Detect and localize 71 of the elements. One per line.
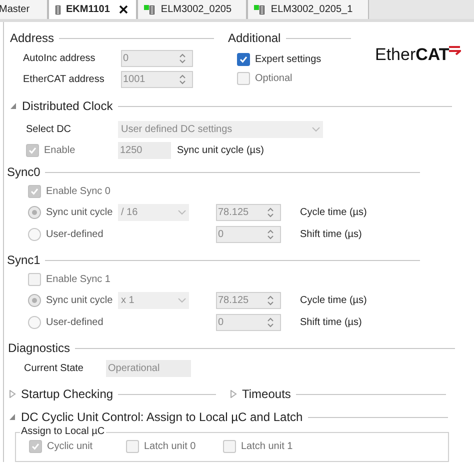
radio-label: Sync unit cycle xyxy=(46,206,113,220)
spinner-arrows-icon[interactable] xyxy=(267,294,274,306)
section-title: Sync0 xyxy=(7,164,40,181)
checkmark-icon xyxy=(239,55,248,64)
tab[interactable]: ELM3002_0205_1 xyxy=(246,0,369,19)
section-title: Startup Checking xyxy=(21,386,114,403)
collapse-icon[interactable] xyxy=(9,413,16,421)
spin-field[interactable]: 78.125 xyxy=(216,204,281,220)
section-title: Additional xyxy=(228,30,281,47)
checkbox-label: Cyclic unit xyxy=(47,440,93,454)
checkbox-label: Expert settings xyxy=(255,53,322,67)
radio-label: User-defined xyxy=(46,228,104,242)
unit-label: Sync unit cycle (µs) xyxy=(177,144,264,158)
radio-label: Sync unit cycle xyxy=(46,294,113,308)
cycle-field[interactable]: 1250 xyxy=(118,142,171,159)
section-title: Distributed Clock xyxy=(22,98,113,115)
spinner-arrows-icon[interactable] xyxy=(179,74,186,85)
state-field: Operational xyxy=(106,360,191,376)
chevron-down-icon xyxy=(178,298,186,302)
field-label: AutoInc address xyxy=(23,52,96,66)
section-title: Address xyxy=(10,30,54,47)
section-title: Timeouts xyxy=(242,386,291,403)
arrow-logo-icon xyxy=(449,45,462,55)
section-title: Sync1 xyxy=(7,252,40,269)
group-title: Assign to Local µC xyxy=(20,426,106,438)
collapse-icon[interactable] xyxy=(10,102,17,110)
checkbox-label: Enable xyxy=(44,144,76,158)
radio-button[interactable] xyxy=(28,228,41,240)
field-label: Select DC xyxy=(26,123,72,137)
expand-icon[interactable] xyxy=(230,390,237,398)
field-label: EtherCAT address xyxy=(23,73,106,87)
section-title: DC Cyclic Unit Control: Assign to Local µC and Latch xyxy=(21,409,303,426)
tab[interactable]: ELM3002_0205 xyxy=(136,0,247,19)
radio-button[interactable] xyxy=(28,294,41,306)
expand-icon[interactable] xyxy=(9,390,16,398)
chevron-down-icon xyxy=(312,127,320,132)
checkbox-label: Optional xyxy=(255,72,292,86)
spinner-arrows-icon[interactable] xyxy=(267,206,274,218)
checkbox-label: Latch unit 1 xyxy=(241,440,293,454)
unit-label: Cycle time (µs) xyxy=(300,294,367,308)
checkbox-label: Latch unit 0 xyxy=(144,440,196,454)
field-label: Current State xyxy=(24,362,84,376)
chevron-down-icon xyxy=(178,210,186,214)
spin-field[interactable]: 1001 xyxy=(121,71,193,88)
unit-label: Shift time (µs) xyxy=(300,316,362,330)
close-icon[interactable] xyxy=(118,5,128,14)
ethercat-logo: EtherCAT xyxy=(375,44,450,66)
radio-button[interactable] xyxy=(28,206,41,218)
spin-field[interactable]: 0 xyxy=(121,50,193,67)
spinner-arrows-icon[interactable] xyxy=(179,53,186,64)
dropdown[interactable]: / 16 xyxy=(118,204,189,220)
radio-button[interactable] xyxy=(28,316,41,328)
section-title: Diagnostics xyxy=(8,340,70,357)
tab[interactable]: EKM1101 xyxy=(48,0,137,19)
spin-field[interactable]: 0 xyxy=(216,226,281,242)
checkmark-icon xyxy=(30,187,39,196)
spinner-arrows-icon[interactable] xyxy=(267,228,274,240)
checkmark-icon xyxy=(31,442,40,451)
spinner-arrows-icon[interactable] xyxy=(267,316,274,328)
dropdown[interactable]: x 1 xyxy=(118,292,189,308)
checkbox-label: Enable Sync 1 xyxy=(46,273,110,287)
spin-field[interactable]: 0 xyxy=(216,314,281,330)
spin-field[interactable]: 78.125 xyxy=(216,292,281,308)
tab[interactable]: Master xyxy=(0,0,48,19)
checkbox[interactable] xyxy=(237,53,250,66)
unit-label: Cycle time (µs) xyxy=(300,206,367,220)
unit-label: Shift time (µs) xyxy=(300,228,362,242)
dropdown[interactable]: User defined DC settings xyxy=(118,121,323,138)
radio-label: User-defined xyxy=(46,316,104,330)
checkbox-label: Enable Sync 0 xyxy=(46,185,110,199)
checkmark-icon xyxy=(28,146,37,155)
